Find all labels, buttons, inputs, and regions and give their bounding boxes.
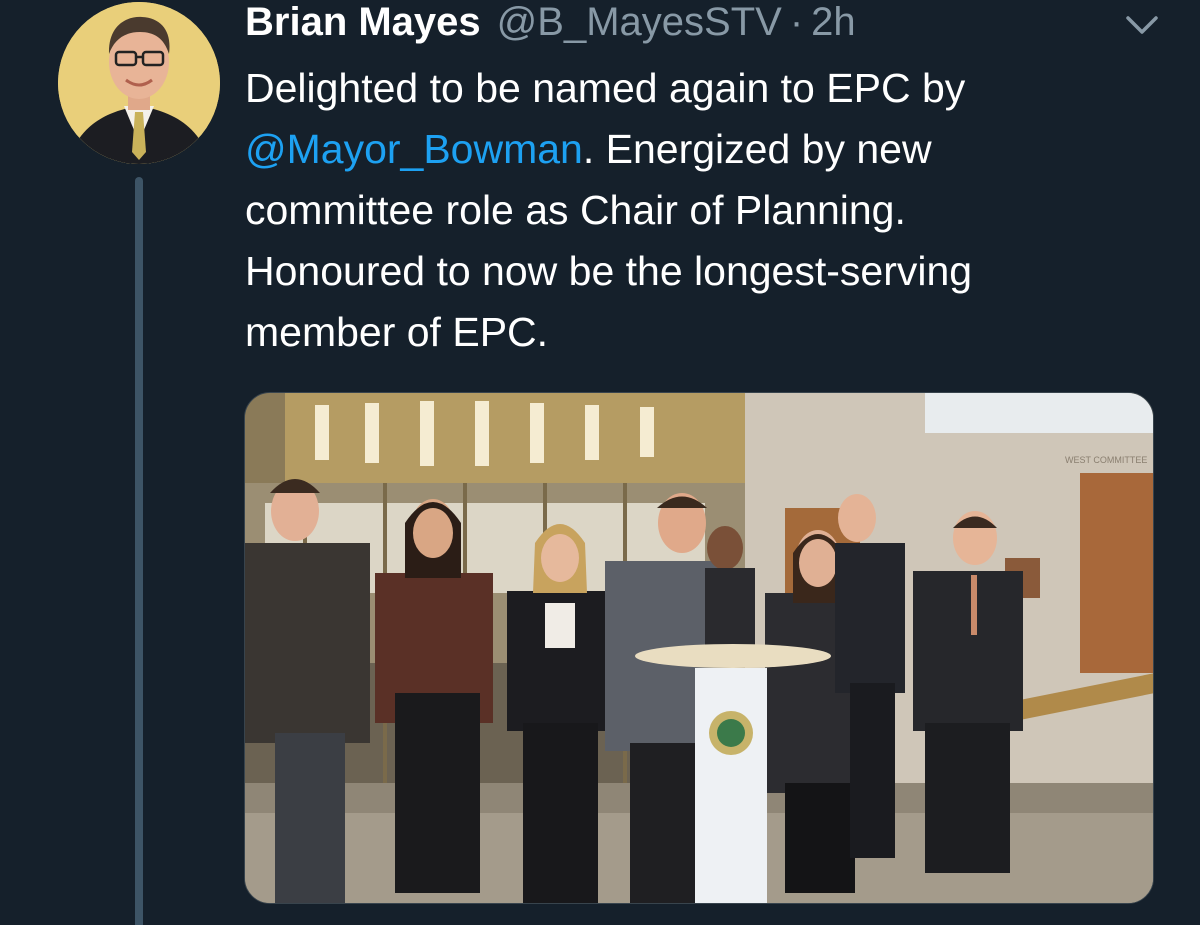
tweet-text-line: Honoured to now be the longest-serving [245, 248, 973, 294]
separator-dot: · [789, 0, 804, 44]
user-handle[interactable]: @B_MayesSTV [497, 0, 782, 45]
tweet-text-line: member of EPC. [245, 309, 549, 355]
wall-sign: WEST COMMITTEE [1065, 455, 1147, 465]
thread-line [135, 177, 143, 925]
timestamp[interactable]: 2h [811, 0, 856, 45]
tweet-card[interactable]: Brian Mayes @B_MayesSTV · 2h Delighted t… [0, 0, 1200, 925]
tweet-text-line: @Mayor_Bowman. Energized by new [245, 119, 1165, 180]
tweet-photo[interactable]: WEST COMMITTEE [244, 392, 1154, 904]
tweet-text-line: committee role as Chair of Planning. [245, 187, 906, 233]
avatar[interactable] [58, 2, 220, 164]
tweet-text-line: Delighted to be named again to EPC by [245, 65, 966, 111]
tweet-text-fragment: . Energized by new [582, 126, 932, 172]
profile-photo [58, 2, 220, 164]
tweet-header: Brian Mayes @B_MayesSTV · 2h [245, 0, 856, 50]
chevron-down-icon[interactable] [1120, 8, 1164, 42]
mention-link[interactable]: @Mayor_Bowman [245, 126, 583, 172]
tweet-text: Delighted to be named again to EPC by @M… [245, 58, 1165, 363]
group-photo: WEST COMMITTEE [245, 393, 1153, 903]
display-name[interactable]: Brian Mayes [245, 0, 481, 45]
